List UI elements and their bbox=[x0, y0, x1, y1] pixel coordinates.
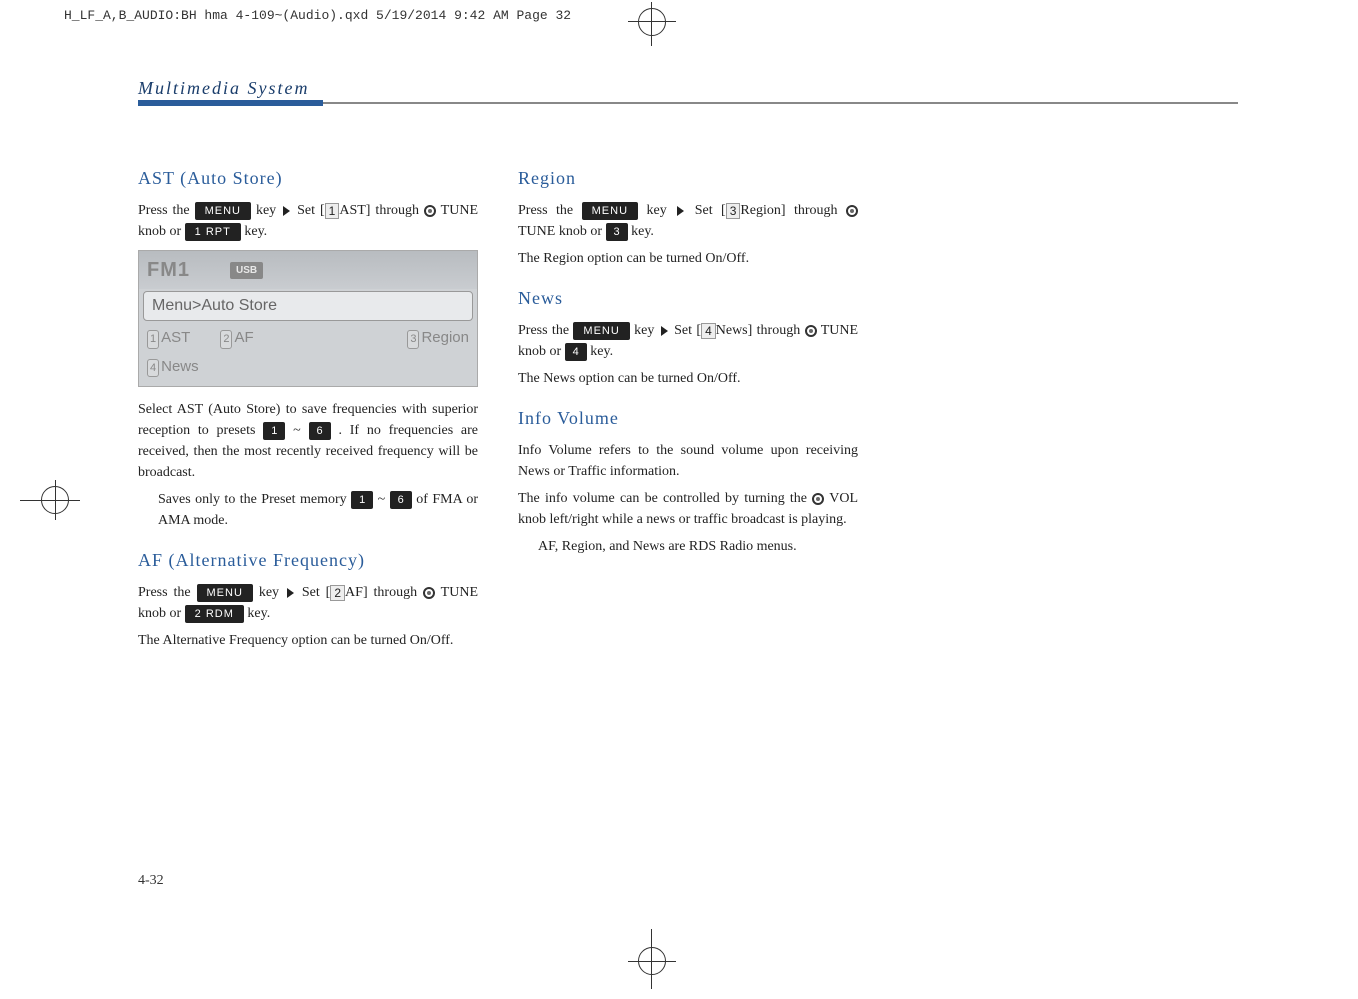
text: Press the bbox=[138, 203, 195, 218]
radio-display: FM1 USB Menu>Auto Store 1AST 2AF 3Region… bbox=[138, 250, 478, 387]
preset-6-button: 6 bbox=[309, 422, 331, 441]
text: key. bbox=[590, 344, 613, 359]
menu-button: MENU bbox=[197, 584, 253, 603]
radio-top-row: FM1 USB bbox=[139, 251, 477, 289]
label: AST bbox=[161, 329, 190, 346]
radio-item-ast: 1AST bbox=[147, 327, 190, 350]
crop-mark-bottom bbox=[632, 929, 672, 989]
text: key. bbox=[244, 224, 267, 239]
triangle-right-icon bbox=[283, 206, 290, 216]
text: Press the bbox=[138, 585, 197, 600]
text: ~ bbox=[293, 423, 308, 438]
text: TUNE knob or bbox=[518, 224, 606, 239]
content-columns: AST (Auto Store) Press the MENU key Set … bbox=[138, 165, 858, 657]
tune-knob-icon bbox=[846, 205, 858, 217]
circ-2: 2 bbox=[220, 330, 232, 349]
text: key bbox=[634, 323, 654, 338]
text: Set [ bbox=[297, 203, 325, 218]
text: key bbox=[647, 203, 667, 218]
radio-item-af: 2AF bbox=[220, 327, 253, 350]
text: key bbox=[259, 585, 279, 600]
vol-knob-icon bbox=[812, 493, 824, 505]
label: Region bbox=[421, 329, 469, 346]
news-header: News bbox=[518, 285, 858, 312]
menu-button: MENU bbox=[582, 202, 638, 221]
text: The info volume can be controlled by tur… bbox=[518, 491, 812, 506]
menu-button: MENU bbox=[573, 322, 629, 341]
preset-6-button: 6 bbox=[390, 491, 412, 510]
news-press-line: Press the MENU key Set [4News] through T… bbox=[518, 320, 858, 362]
info-p1: Info Volume refers to the sound volume u… bbox=[518, 440, 858, 482]
right-column: Region Press the MENU key Set [3Region] … bbox=[518, 165, 858, 657]
triangle-right-icon bbox=[677, 206, 684, 216]
text: key. bbox=[631, 224, 654, 239]
tune-knob-icon bbox=[805, 325, 817, 337]
menu-button: MENU bbox=[195, 202, 251, 221]
fm1-label: FM1 bbox=[147, 255, 190, 285]
text: Press the bbox=[518, 203, 582, 218]
page-title: Multimedia System bbox=[138, 78, 309, 99]
text: key bbox=[256, 203, 276, 218]
text: AST] through bbox=[339, 203, 424, 218]
text: AF] through bbox=[345, 585, 423, 600]
box-1: 1 bbox=[325, 203, 340, 219]
text: News] through bbox=[716, 323, 805, 338]
label: News bbox=[161, 358, 199, 375]
text: ~ bbox=[378, 492, 390, 507]
info-note: AF, Region, and News are RDS Radio menus… bbox=[518, 536, 858, 557]
radio-item-news: 4News bbox=[147, 358, 199, 375]
ast-desc: Select AST (Auto Store) to save frequenc… bbox=[138, 399, 478, 483]
info-volume-header: Info Volume bbox=[518, 405, 858, 432]
info-p2: The info volume can be controlled by tur… bbox=[518, 488, 858, 530]
ast-press-line: Press the MENU key Set [1AST] through TU… bbox=[138, 200, 478, 242]
box-2: 2 bbox=[330, 585, 345, 601]
circ-1: 1 bbox=[147, 330, 159, 349]
num-3-button: 3 bbox=[606, 223, 628, 242]
radio-menu-row: Menu>Auto Store bbox=[143, 291, 473, 321]
text: Region] through bbox=[740, 203, 846, 218]
left-column: AST (Auto Store) Press the MENU key Set … bbox=[138, 165, 478, 657]
region-header: Region bbox=[518, 165, 858, 192]
ast-note: Saves only to the Preset memory 1 ~ 6 of… bbox=[138, 489, 478, 531]
af-header: AF (Alternative Frequency) bbox=[138, 547, 478, 574]
af-desc: The Alternative Frequency option can be … bbox=[138, 630, 478, 651]
region-desc: The Region option can be turned On/Off. bbox=[518, 248, 858, 269]
tune-knob-icon bbox=[424, 205, 436, 217]
crop-mark-top bbox=[632, 2, 672, 42]
text: key. bbox=[247, 606, 270, 621]
radio-news-row: 4News bbox=[139, 354, 477, 387]
ast-header: AST (Auto Store) bbox=[138, 165, 478, 192]
radio-options-row: 1AST 2AF 3Region bbox=[139, 323, 477, 354]
box-4: 4 bbox=[701, 323, 716, 339]
triangle-right-icon bbox=[661, 326, 668, 336]
page-number: 4-32 bbox=[138, 873, 164, 889]
text: Set [ bbox=[302, 585, 330, 600]
label: AF bbox=[234, 329, 253, 346]
af-press-line: Press the MENU key Set [2AF] through TUN… bbox=[138, 582, 478, 624]
crop-mark-left bbox=[30, 480, 80, 520]
news-desc: The News option can be turned On/Off. bbox=[518, 368, 858, 389]
preset-1-button: 1 bbox=[263, 422, 285, 441]
rpt-button: 1 RPT bbox=[185, 223, 241, 242]
preset-1-button: 1 bbox=[351, 491, 373, 510]
text: Saves only to the Preset memory bbox=[158, 492, 351, 507]
radio-item-region: 3Region bbox=[407, 327, 469, 350]
circ-4: 4 bbox=[147, 359, 159, 378]
tune-knob-icon bbox=[423, 587, 435, 599]
file-header: H_LF_A,B_AUDIO:BH hma 4-109~(Audio).qxd … bbox=[64, 8, 571, 23]
triangle-right-icon bbox=[287, 588, 294, 598]
circ-3: 3 bbox=[407, 330, 419, 349]
title-underline bbox=[138, 100, 1238, 108]
num-4-button: 4 bbox=[565, 343, 587, 362]
box-3: 3 bbox=[726, 203, 741, 219]
text: Set [ bbox=[695, 203, 726, 218]
text: Set [ bbox=[674, 323, 701, 338]
rdm-button: 2 RDM bbox=[185, 605, 244, 624]
usb-badge: USB bbox=[230, 262, 263, 279]
region-press-line: Press the MENU key Set [3Region] through… bbox=[518, 200, 858, 242]
text: Press the bbox=[518, 323, 573, 338]
